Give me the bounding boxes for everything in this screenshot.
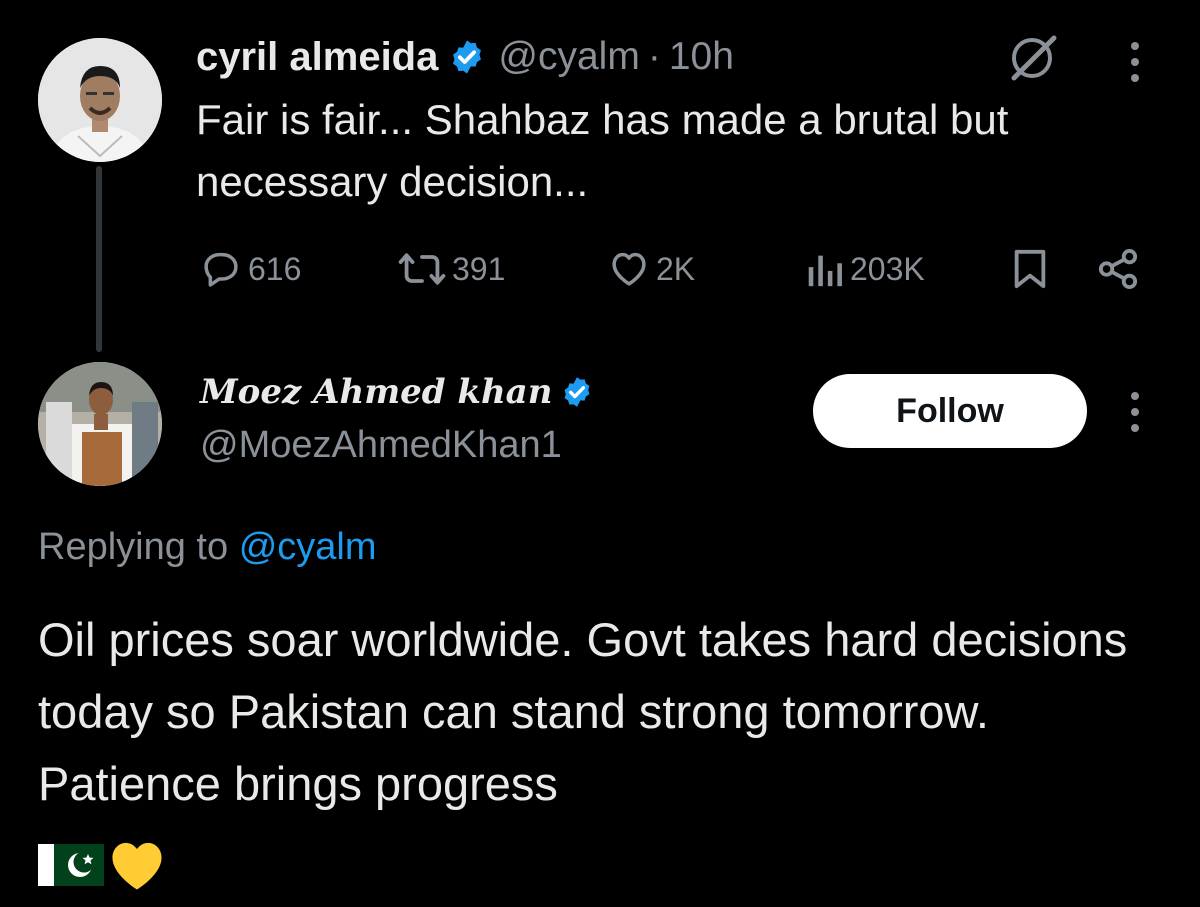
reply-author-handle[interactable]: @MoezAhmedKhan1 xyxy=(200,424,562,467)
like-action[interactable]: 2K xyxy=(608,248,695,290)
bookmark-icon[interactable] xyxy=(1012,248,1048,295)
original-tweet-line1: Fair is fair... Shahbaz has made a bruta… xyxy=(196,96,1009,143)
repost-count: 391 xyxy=(452,250,506,287)
replying-to-prefix: Replying to xyxy=(38,526,229,568)
views-count: 203K xyxy=(850,250,925,287)
reply-author-name-row: Moez Ahmed khan xyxy=(200,370,606,414)
tweet-time[interactable]: 10h xyxy=(669,35,734,79)
original-tweet-header: cyril almeida @cyalm · 10h xyxy=(196,32,734,82)
pakistan-flag-icon xyxy=(38,844,104,886)
avatar-cyril[interactable] xyxy=(38,38,162,162)
verified-badge-icon xyxy=(560,375,594,409)
original-tweet-text: Fair is fair... Shahbaz has made a bruta… xyxy=(196,89,1176,213)
verified-badge-icon xyxy=(448,38,486,76)
grok-icon[interactable] xyxy=(1008,34,1060,87)
replying-to-mention[interactable]: @cyalm xyxy=(239,526,377,568)
reply-author-name[interactable]: Moez Ahmed khan xyxy=(200,372,552,412)
heart-icon xyxy=(612,252,646,286)
reply-action[interactable]: 616 xyxy=(200,248,301,290)
views-action[interactable]: 203K xyxy=(804,248,925,290)
repost-action[interactable]: 391 xyxy=(398,248,505,290)
emoji-row xyxy=(38,838,168,892)
author-name[interactable]: cyril almeida xyxy=(196,35,438,80)
repost-icon xyxy=(398,253,446,285)
reply-count: 616 xyxy=(248,250,302,287)
original-tweet-line2: necessary decision... xyxy=(196,158,589,205)
reply-tweet-text: Oil prices soar worldwide. Govt takes ha… xyxy=(38,613,1128,810)
reply-icon xyxy=(204,252,238,287)
more-options-icon[interactable] xyxy=(1131,42,1139,82)
more-options-icon[interactable] xyxy=(1131,392,1139,432)
thread-connector-line xyxy=(96,166,102,352)
avatar-moez[interactable] xyxy=(38,362,162,486)
separator-dot: · xyxy=(647,35,661,78)
replying-to-label: Replying to @cyalm xyxy=(38,526,377,569)
share-icon[interactable] xyxy=(1096,248,1140,295)
author-handle[interactable]: @cyalm xyxy=(498,35,639,79)
like-count: 2K xyxy=(656,250,696,287)
follow-button[interactable]: Follow xyxy=(813,374,1087,448)
yellow-heart-icon xyxy=(112,842,162,890)
views-icon xyxy=(808,255,842,287)
